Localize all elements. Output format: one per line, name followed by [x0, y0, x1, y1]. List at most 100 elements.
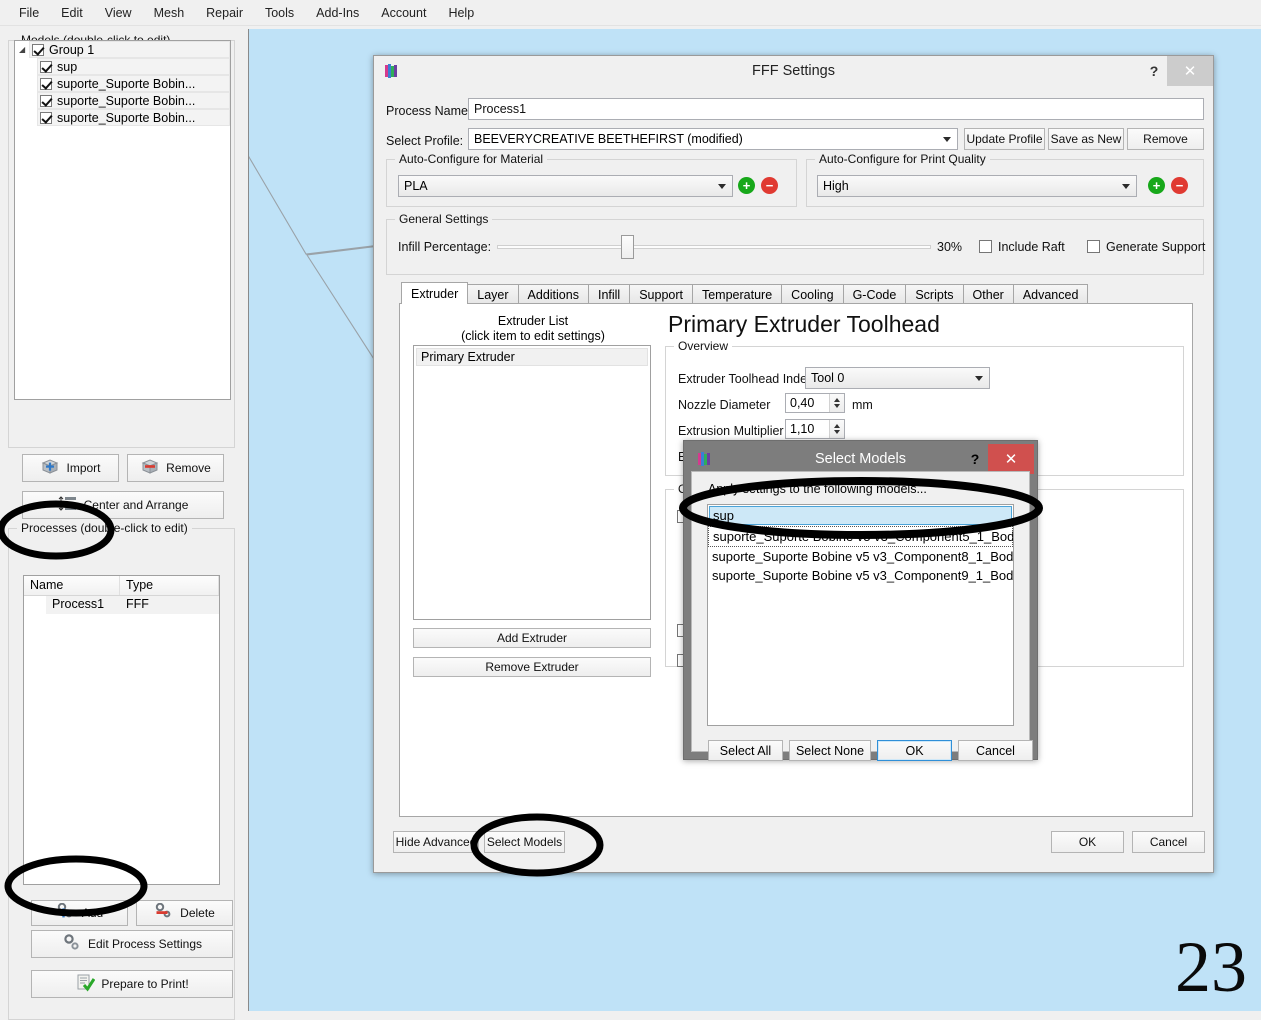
extrusion-multiplier-stepper[interactable]: 1,10 [785, 419, 845, 439]
tab-additions[interactable]: Additions [517, 284, 589, 304]
select-models-ok-button[interactable]: OK [877, 740, 952, 761]
model-checkbox[interactable] [40, 60, 52, 73]
tab-temperature[interactable]: Temperature [691, 284, 783, 304]
list-item[interactable]: sup [709, 506, 1012, 525]
prepare-to-print-button[interactable]: Prepare to Print! [31, 970, 233, 998]
menu-item-repair[interactable]: Repair [195, 2, 254, 24]
select-models-titlebar[interactable]: Select Models ? ✕ [687, 444, 1034, 474]
menu-item-tools[interactable]: Tools [254, 2, 305, 24]
select-models-button[interactable]: Select Models [484, 831, 565, 853]
model-label: suporte_Suporte Bobin... [57, 76, 196, 91]
tree-row[interactable]: suporte_Suporte Bobin... [15, 75, 230, 92]
add-extruder-button[interactable]: Add Extruder [413, 628, 651, 648]
generate-support-checkbox[interactable] [1087, 240, 1100, 253]
nozzle-diameter-stepper[interactable]: 0,40 [785, 393, 845, 413]
fff-dialog-titlebar[interactable]: FFF Settings ? ✕ [374, 56, 1213, 86]
menu-item-file[interactable]: File [8, 2, 50, 24]
add-process-button[interactable]: Add [31, 900, 128, 926]
list-item[interactable]: Primary Extruder [416, 348, 648, 366]
list-item[interactable]: suporte_Suporte Bobine v5 v3_Component9_… [708, 566, 1013, 585]
import-button-label: Import [66, 461, 101, 475]
select-none-button[interactable]: Select None [789, 740, 871, 761]
model-select-list[interactable]: sup suporte_Suporte Bobine v5 v3_Compone… [707, 504, 1014, 726]
menu-item-account[interactable]: Account [370, 2, 437, 24]
tab-other[interactable]: Other [962, 284, 1014, 304]
remove-quality-button[interactable]: − [1171, 177, 1188, 194]
expander-icon[interactable]: ◢ [19, 45, 29, 54]
include-raft-checkbox[interactable] [979, 240, 992, 253]
close-icon[interactable]: ✕ [1167, 56, 1213, 86]
save-as-new-button[interactable]: Save as New [1048, 128, 1124, 150]
chevron-down-icon[interactable] [1122, 184, 1130, 189]
chevron-down-icon[interactable] [718, 184, 726, 189]
hide-advanced-button[interactable]: Hide Advanced [393, 831, 479, 853]
model-tree[interactable]: ◢ Group 1 sup suporte_Suporte Bobin... s… [14, 40, 231, 400]
close-icon[interactable]: ✕ [988, 444, 1034, 474]
select-all-button[interactable]: Select All [708, 740, 783, 761]
menu-item-mesh[interactable]: Mesh [143, 2, 196, 24]
quality-combo[interactable]: High [817, 175, 1137, 197]
select-models-dialog[interactable]: Select Models ? ✕ Apply settings to the … [683, 440, 1038, 761]
select-profile-combo[interactable]: BEEVERYCREATIVE BEETHEFIRST (modified) [468, 128, 958, 150]
select-models-prompt: Apply settings to the following models..… [708, 482, 927, 496]
model-checkbox[interactable] [40, 77, 52, 90]
center-and-arrange-button[interactable]: Center and Arrange [22, 491, 224, 519]
menu-item-view[interactable]: View [94, 2, 143, 24]
tab-scripts[interactable]: Scripts [905, 284, 964, 304]
extruder-list[interactable]: Primary Extruder [413, 345, 651, 620]
edit-process-settings-button[interactable]: Edit Process Settings [31, 930, 233, 958]
tree-row[interactable]: sup [15, 58, 230, 75]
remove-extruder-button[interactable]: Remove Extruder [413, 657, 651, 677]
add-material-button[interactable]: + [738, 177, 755, 194]
tab-layer[interactable]: Layer [467, 284, 519, 304]
model-checkbox[interactable] [40, 111, 52, 124]
delete-button-label: Delete [180, 906, 215, 920]
add-quality-button[interactable]: + [1148, 177, 1165, 194]
help-icon[interactable]: ? [962, 451, 988, 467]
tab-advanced[interactable]: Advanced [1012, 284, 1089, 304]
model-checkbox[interactable] [32, 43, 44, 56]
infill-slider-track[interactable] [497, 245, 931, 249]
chevron-down-icon[interactable] [975, 376, 983, 381]
chevron-down-icon[interactable] [943, 137, 951, 142]
processes-table[interactable]: Name Type Process1 FFF [23, 575, 220, 885]
tab-cooling[interactable]: Cooling [781, 284, 844, 304]
select-models-cancel-button[interactable]: Cancel [958, 740, 1033, 761]
menu-item-addins[interactable]: Add-Ins [305, 2, 370, 24]
tab-gcode[interactable]: G-Code [842, 284, 907, 304]
toolhead-heading: Primary Extruder Toolhead [668, 311, 940, 337]
help-icon[interactable]: ? [1141, 63, 1167, 79]
table-row[interactable]: Process1 FFF [24, 596, 219, 614]
tab-extruder[interactable]: Extruder [401, 282, 469, 304]
hide-advanced-label: Hide Advanced [395, 835, 477, 849]
menu-item-help[interactable]: Help [437, 2, 485, 24]
list-item[interactable]: suporte_Suporte Bobine v5 v3_Component5_… [708, 526, 1013, 547]
remove-profile-label: Remove [1143, 132, 1188, 146]
tree-row[interactable]: suporte_Suporte Bobin... [15, 109, 230, 126]
toolhead-index-combo[interactable]: Tool 0 [805, 367, 990, 389]
process-name-input[interactable]: Process1 [468, 98, 1204, 120]
update-profile-button[interactable]: Update Profile [964, 128, 1045, 150]
remove-material-button[interactable]: − [761, 177, 778, 194]
tab-infill[interactable]: Infill [587, 284, 631, 304]
column-header-type[interactable]: Type [120, 576, 219, 595]
fff-cancel-button[interactable]: Cancel [1132, 831, 1205, 853]
remove-model-button[interactable]: Remove [127, 454, 224, 482]
menu-item-edit[interactable]: Edit [50, 2, 94, 24]
material-combo[interactable]: PLA [398, 175, 733, 197]
fff-ok-button[interactable]: OK [1051, 831, 1124, 853]
add-gear-icon [56, 902, 76, 923]
tree-row[interactable]: ◢ Group 1 [15, 41, 230, 58]
generate-support-label: Generate Support [1106, 240, 1206, 254]
remove-profile-button[interactable]: Remove [1127, 128, 1204, 150]
model-checkbox[interactable] [40, 94, 52, 107]
delete-process-button[interactable]: Delete [136, 900, 233, 926]
tree-row[interactable]: suporte_Suporte Bobin... [15, 92, 230, 109]
stepper-arrows-icon[interactable] [829, 394, 844, 412]
list-item[interactable]: suporte_Suporte Bobine v5 v3_Component8_… [708, 547, 1013, 566]
tab-support[interactable]: Support [629, 284, 693, 304]
import-button[interactable]: Import [22, 454, 119, 482]
infill-slider-handle[interactable] [621, 235, 635, 259]
stepper-arrows-icon[interactable] [829, 420, 844, 438]
column-header-name[interactable]: Name [24, 576, 120, 595]
